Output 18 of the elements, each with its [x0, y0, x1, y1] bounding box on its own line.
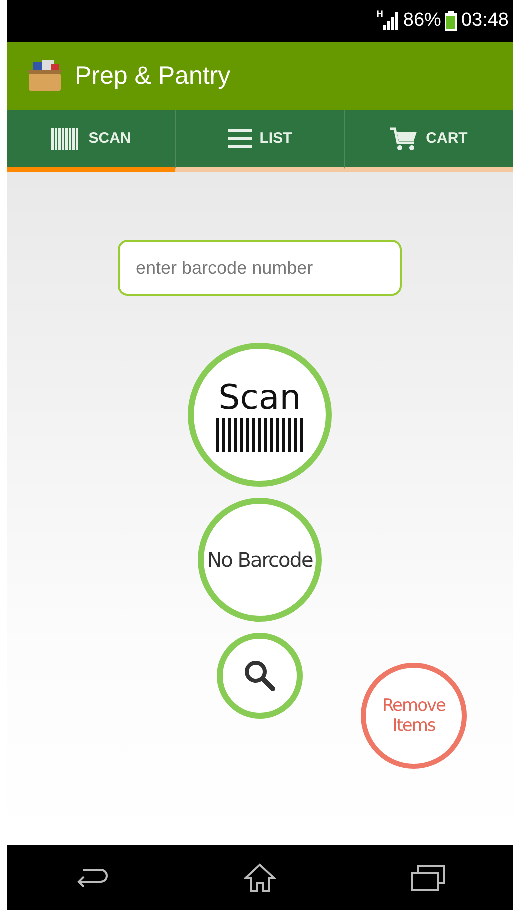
- remove-items-button[interactable]: Remove Items: [361, 663, 467, 769]
- barcode-icon: [216, 418, 304, 452]
- barcode-icon: [50, 128, 81, 150]
- recent-apps-icon: [411, 864, 446, 890]
- home-icon: [244, 862, 276, 892]
- signal-icon: [383, 12, 400, 30]
- search-icon: [243, 659, 277, 693]
- network-type: H: [376, 9, 384, 19]
- no-barcode-button[interactable]: No Barcode: [198, 498, 322, 622]
- scan-button[interactable]: Scan: [188, 343, 332, 487]
- box-icon: [25, 60, 65, 92]
- barcode-input[interactable]: enter barcode number: [118, 240, 402, 296]
- menu-icon: [228, 128, 252, 148]
- app-title: Prep & Pantry: [75, 62, 231, 90]
- battery-percent: 86%: [403, 10, 442, 32]
- clock: 03:48: [461, 10, 509, 32]
- battery-icon: [445, 11, 458, 31]
- cart-icon: [390, 126, 418, 150]
